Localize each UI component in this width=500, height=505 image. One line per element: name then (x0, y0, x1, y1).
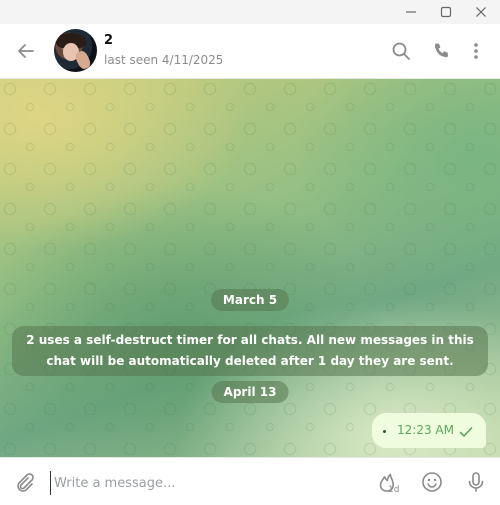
chat-title[interactable]: 2 (104, 33, 113, 48)
message-composer: 1d (0, 457, 500, 505)
more-vertical-icon[interactable] (462, 37, 490, 65)
chat-area[interactable]: March 5 2 uses a self-destruct timer for… (0, 79, 500, 457)
date-separator: March 5 (210, 289, 290, 311)
phone-icon[interactable] (428, 37, 456, 65)
attach-icon[interactable] (9, 467, 39, 497)
outgoing-message-bubble[interactable]: 12:23 AM (372, 413, 486, 448)
check-icon (459, 423, 473, 442)
date-separator: April 13 (211, 381, 289, 403)
minimize-icon[interactable] (394, 0, 428, 24)
timer-label: 1d (388, 485, 400, 495)
back-arrow-icon[interactable] (12, 37, 40, 65)
window-titlebar (0, 0, 500, 25)
last-seen-status: last seen 4/11/2025 (104, 53, 224, 67)
emoji-icon[interactable] (417, 467, 447, 497)
message-content-dot (383, 430, 386, 433)
chat-header: 2 last seen 4/11/2025 (0, 24, 500, 79)
microphone-icon[interactable] (461, 467, 491, 497)
self-destruct-notice: 2 uses a self-destruct timer for all cha… (12, 326, 488, 376)
message-input[interactable] (50, 471, 356, 495)
search-icon[interactable] (387, 37, 415, 65)
message-time: 12:23 AM (397, 423, 454, 437)
maximize-icon[interactable] (429, 0, 463, 24)
avatar[interactable] (54, 29, 97, 72)
service-message: 2 uses a self-destruct timer for all cha… (12, 326, 488, 376)
close-icon[interactable] (464, 0, 498, 24)
